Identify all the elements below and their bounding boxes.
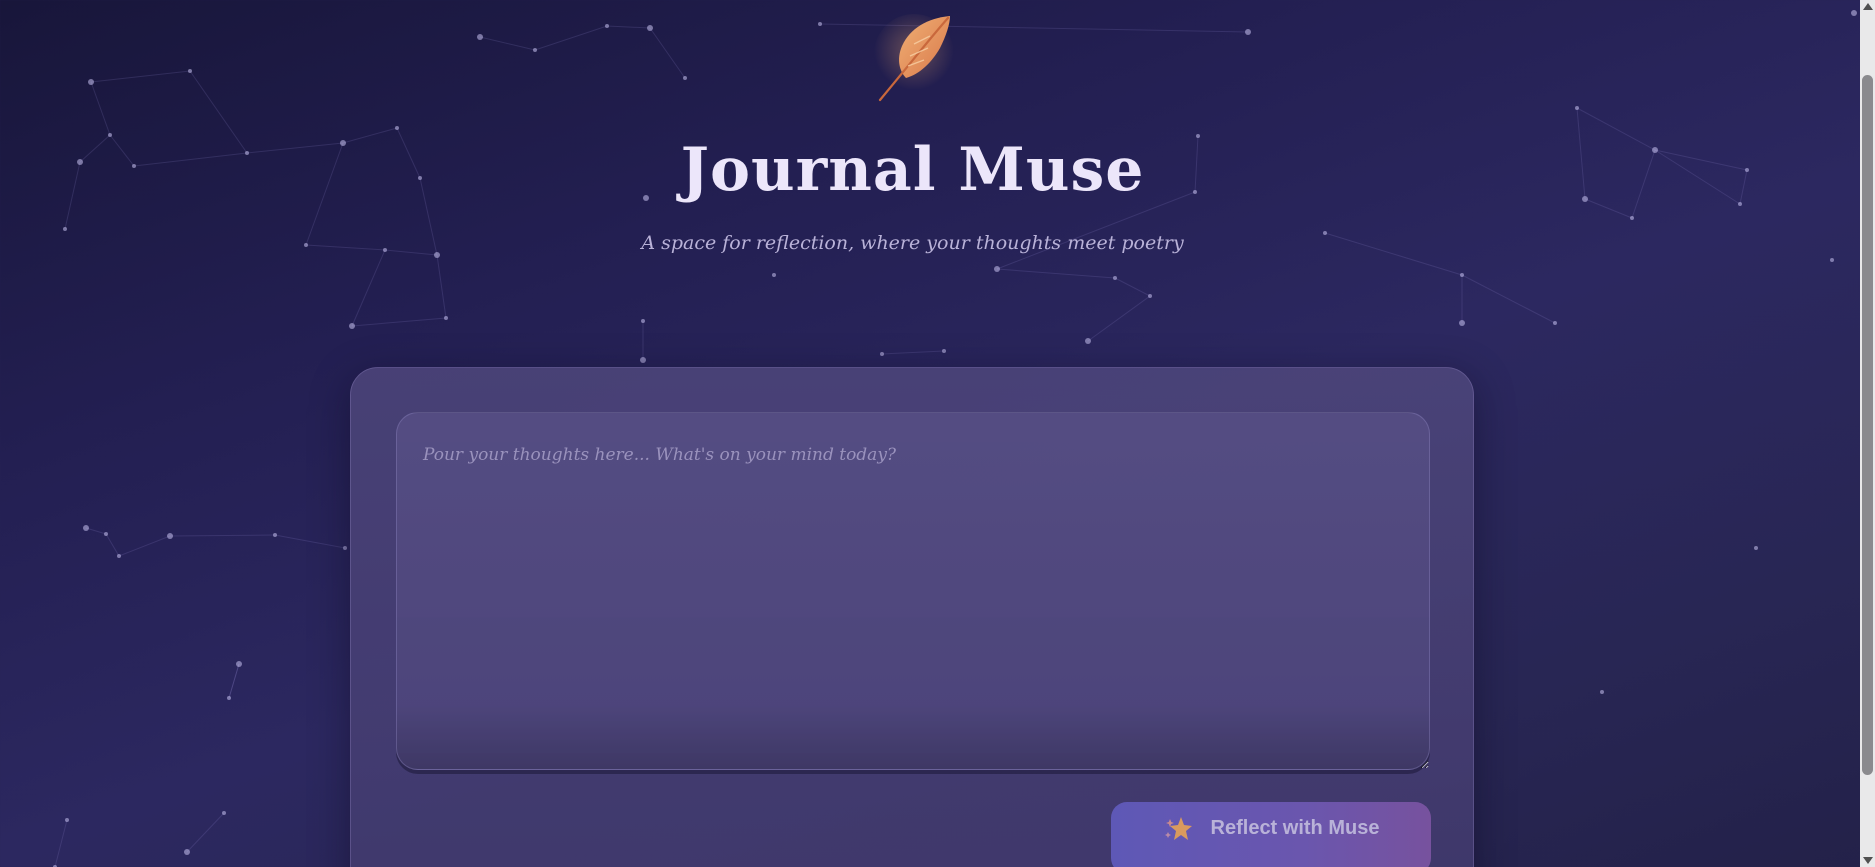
constellation-line [351, 317, 447, 327]
constellation-star [641, 319, 645, 323]
constellation-line [169, 534, 276, 537]
constellation-star [1754, 546, 1758, 550]
constellation-star [167, 533, 173, 539]
constellation-star [444, 316, 448, 320]
constellation-line [436, 254, 447, 319]
feather-quill-icon [874, 14, 954, 102]
constellation-line [90, 81, 111, 136]
constellation-star [605, 24, 609, 28]
constellation-star [1851, 10, 1857, 16]
constellation-line [1461, 274, 1556, 324]
constellation-star [88, 79, 94, 85]
constellation-star [104, 532, 108, 536]
constellation-line [1114, 277, 1151, 297]
constellation-star [818, 22, 822, 26]
vertical-scrollbar[interactable] [1860, 0, 1875, 867]
constellation-star [1459, 320, 1465, 326]
constellation-line [228, 663, 240, 699]
constellation-star [1600, 690, 1604, 694]
constellation-star [1113, 276, 1117, 280]
constellation-star [647, 25, 653, 31]
constellation-star [184, 849, 190, 855]
scroll-up-arrow-icon[interactable] [1863, 3, 1873, 10]
constellation-star [880, 352, 884, 356]
constellation-line [85, 527, 107, 535]
constellation-line [606, 25, 651, 29]
constellation-line [534, 25, 608, 51]
constellation-line [479, 36, 536, 51]
reflect-button-label: Reflect with Muse [1210, 817, 1380, 839]
constellation-star [1830, 258, 1834, 262]
constellation-star [683, 76, 687, 80]
constellation-star [1460, 273, 1464, 277]
constellation-star [222, 811, 226, 815]
reflect-with-muse-button[interactable]: Reflect with Muse [1111, 802, 1431, 867]
page-title: Journal Muse [680, 135, 1145, 205]
constellation-star [236, 661, 242, 667]
constellation-star [942, 349, 946, 353]
journal-card: Reflect with Muse [350, 367, 1474, 867]
constellation-line [351, 249, 386, 327]
constellation-star [1575, 106, 1579, 110]
constellation-star [640, 357, 646, 363]
constellation-star [65, 818, 69, 822]
constellation-line [186, 812, 225, 853]
constellation-line [118, 535, 171, 557]
constellation-star [477, 34, 483, 40]
scrollbar-thumb[interactable] [1862, 75, 1873, 775]
constellation-line [881, 350, 945, 355]
constellation-line [228, 663, 240, 699]
constellation-star [395, 126, 399, 130]
constellation-star [349, 323, 355, 329]
constellation-star [117, 554, 121, 558]
scroll-down-arrow-icon[interactable] [1863, 857, 1873, 864]
constellation-line [54, 819, 68, 867]
constellation-line [1087, 295, 1151, 342]
constellation-line [90, 70, 191, 83]
constellation-star [83, 525, 89, 531]
constellation-star [63, 227, 67, 231]
constellation-star [227, 696, 231, 700]
constellation-line [274, 534, 346, 549]
constellation-star [1085, 338, 1091, 344]
journal-entry-textarea[interactable] [396, 412, 1430, 770]
constellation-star [772, 273, 776, 277]
constellation-line [649, 27, 686, 79]
page-subtitle: A space for reflection, where your thoug… [641, 232, 1184, 254]
constellation-star [1630, 216, 1634, 220]
constellation-star [343, 546, 347, 550]
constellation-star [1245, 29, 1251, 35]
constellation-line [105, 533, 120, 557]
sparkle-stars-icon [1164, 816, 1192, 840]
constellation-star [533, 48, 537, 52]
constellation-star [994, 266, 1000, 272]
constellation-line [996, 268, 1116, 279]
constellation-star [273, 533, 277, 537]
constellation-star [1553, 321, 1557, 325]
constellation-star [188, 69, 192, 73]
constellation-star [1148, 294, 1152, 298]
